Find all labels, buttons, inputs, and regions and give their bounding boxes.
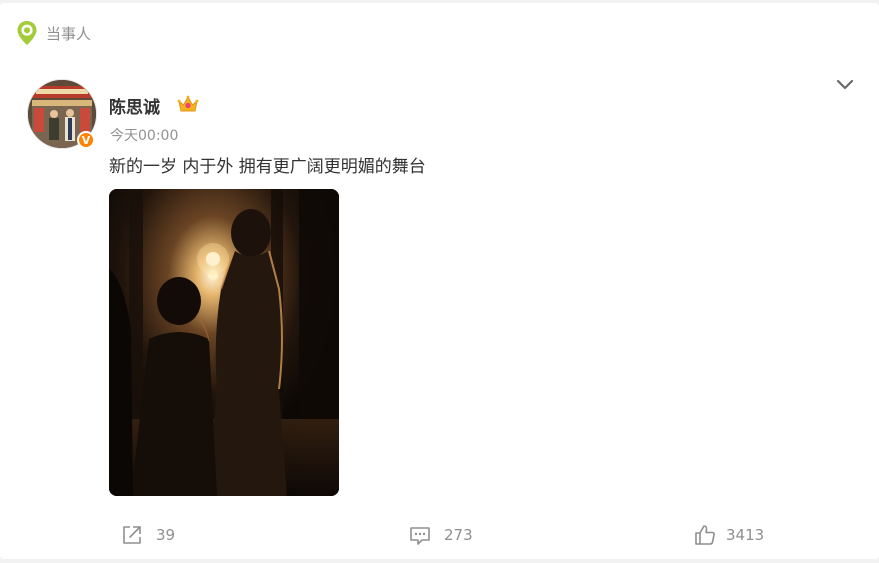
post-image[interactable] xyxy=(109,189,339,496)
author-name[interactable]: 陈思诚 xyxy=(109,93,160,118)
topic-tag[interactable]: 当事人 xyxy=(16,19,91,47)
verified-badge: V xyxy=(77,131,95,149)
comment-count: 273 xyxy=(444,526,473,544)
crown-icon[interactable] xyxy=(177,94,199,114)
like-count: 3413 xyxy=(726,526,765,544)
forward-button[interactable]: 39 xyxy=(120,523,175,547)
forward-count: 39 xyxy=(156,526,176,544)
post-text: 新的一岁 内于外 拥有更广阔更明媚的舞台 xyxy=(109,157,426,177)
share-forward-icon xyxy=(123,526,141,544)
post-card: 当事人 V 陈思诚 今天00:00 新的一岁 内于外 拥有更广阔更明媚的舞台 3… xyxy=(0,3,879,559)
chevron-down-icon[interactable] xyxy=(835,75,855,93)
location-pin-icon xyxy=(17,21,37,45)
comment-button[interactable]: 273 xyxy=(408,523,473,547)
comment-icon xyxy=(410,527,430,545)
post-timestamp[interactable]: 今天00:00 xyxy=(110,125,178,145)
thumbs-up-icon xyxy=(695,525,715,545)
topic-tag-label: 当事人 xyxy=(46,24,92,43)
post-photo xyxy=(109,189,339,496)
like-button[interactable]: 3413 xyxy=(693,523,764,547)
